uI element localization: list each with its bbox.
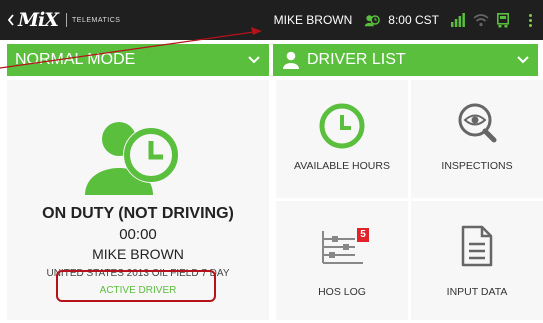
driver-list-header[interactable]: DRIVER LIST [273,44,538,76]
clock-icon [319,103,365,149]
tile-label: AVAILABLE HOURS [294,160,390,172]
brand[interactable]: MiX TELEMATICS [8,9,120,31]
chevron-down-icon[interactable] [508,44,538,76]
tile-available-hours[interactable]: AVAILABLE HOURS [276,80,408,198]
signal-icon [451,13,465,27]
mode-title: NORMAL MODE [15,51,136,68]
tile-label: INPUT DATA [446,286,508,298]
tile-hos-log[interactable]: 5 HOS LOG [276,201,408,320]
notification-badge: 5 [357,228,369,242]
wifi-icon [473,14,489,27]
tile-inspections[interactable]: INSPECTIONS [411,80,543,198]
tile-label: HOS LOG [318,286,366,298]
back-icon[interactable] [8,14,14,26]
brand-divider [66,13,67,27]
tile-input-data[interactable]: INPUT DATA [411,201,543,320]
mix-logo: MiX [18,9,59,31]
person-icon [283,51,299,69]
driver-name: MIKE BROWN [92,246,184,262]
document-icon [461,225,493,267]
tile-label: INSPECTIONS [441,160,513,172]
clock-time: 8:00 CST [388,13,439,27]
badge-count: 5 [360,229,366,240]
mode-header[interactable]: NORMAL MODE [7,44,269,76]
highlight-box [56,270,216,302]
driver-list-title: DRIVER LIST [307,51,406,68]
eye-magnifier-icon [458,103,497,143]
device-icon [497,12,509,27]
status-bar: MiX TELEMATICS MIKE BROWN 8:00 CST [0,0,543,40]
duty-status-time: 00:00 [119,226,157,243]
duty-clock-icon [365,15,381,27]
duty-status-title: ON DUTY (NOT DRIVING) [42,205,234,222]
chevron-down-icon[interactable] [239,44,269,76]
telematics-label: TELEMATICS [72,16,121,24]
duty-status-icon [85,122,179,195]
current-driver-name: MIKE BROWN [273,13,353,27]
more-icon[interactable] [517,0,543,40]
